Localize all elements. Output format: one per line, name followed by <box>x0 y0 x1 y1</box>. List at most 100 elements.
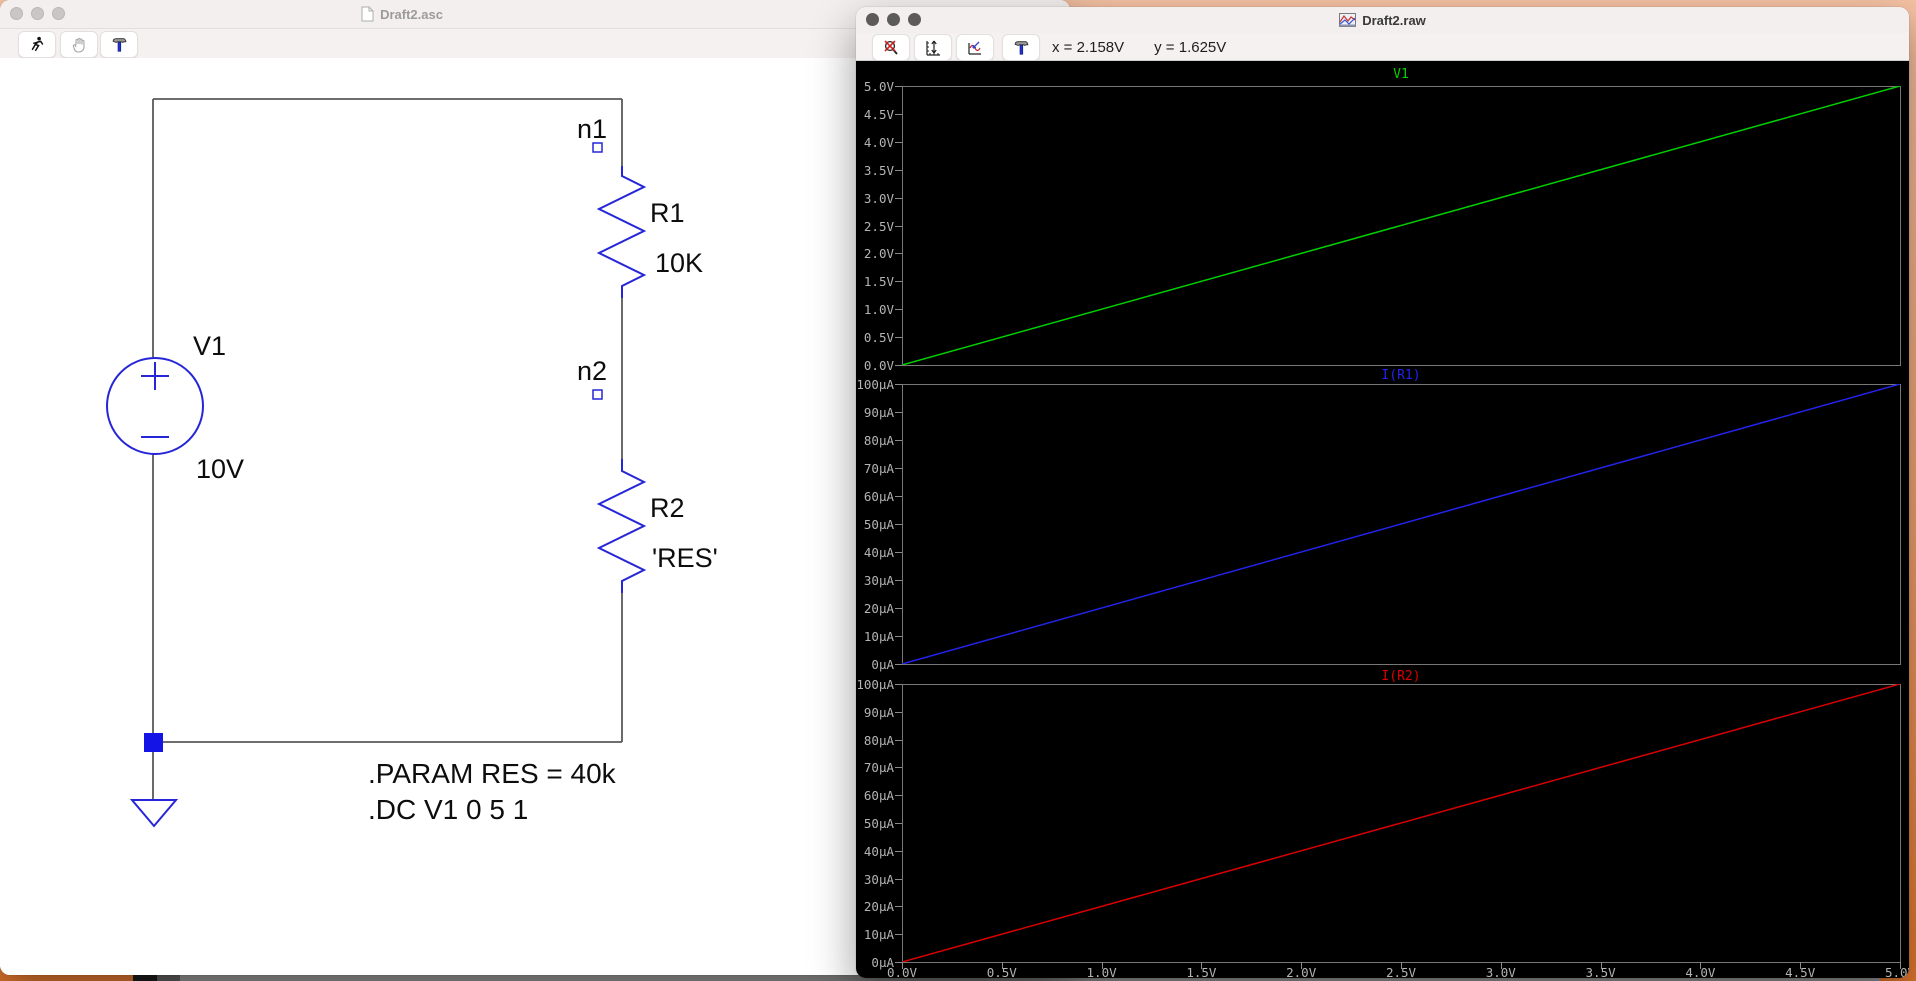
hammer-icon <box>1014 41 1028 55</box>
ytick-label: 70µA <box>863 461 894 476</box>
ytick-label: 2.0V <box>863 246 894 262</box>
hand-icon <box>72 37 85 53</box>
trace-V1[interactable] <box>902 86 1900 365</box>
ytick-label: 90µA <box>863 405 894 420</box>
circuit-drawing <box>106 98 647 828</box>
r1-name-label[interactable]: R1 <box>650 198 685 229</box>
node-n1-label[interactable]: n1 <box>577 114 607 145</box>
ytick-mark <box>895 580 902 581</box>
ytick-label: 30µA <box>863 871 894 887</box>
zoom-disabled-icon <box>884 39 898 55</box>
ytick-mark <box>895 608 902 609</box>
ytick-label: 0.0V <box>863 358 894 373</box>
waveform-window: Draft2.raw x = 2.158V y = 1.625V V1 5.0V… <box>856 7 1909 978</box>
ytick-label: 20µA <box>863 601 894 616</box>
v1-value-label[interactable]: 10V <box>196 454 244 485</box>
node-n2-label[interactable]: n2 <box>577 356 607 387</box>
ground-symbol[interactable] <box>129 799 179 828</box>
ytick-label: 1.5V <box>863 274 894 290</box>
ytick-label: 50µA <box>863 517 894 532</box>
ytick-label: 5.0V <box>863 79 894 94</box>
ytick-label: 60µA <box>863 788 894 804</box>
ytick-label: 30µA <box>863 573 894 588</box>
document-icon <box>361 6 374 22</box>
waveform-window-title-wrap: Draft2.raw <box>856 7 1909 33</box>
ytick-mark <box>895 113 902 115</box>
control-panel-button[interactable] <box>1002 34 1040 61</box>
wires <box>152 98 623 800</box>
xtick-label: 3.0V <box>1485 965 1516 978</box>
ytick-mark <box>895 253 902 255</box>
ytick-mark <box>895 412 902 413</box>
ytick-mark <box>895 906 902 908</box>
param-directive[interactable]: .PARAM RES = 40k <box>368 758 616 790</box>
waveform-doc-icon <box>1339 13 1357 27</box>
xtick-label: 3.5V <box>1585 965 1616 978</box>
v1-name-label[interactable]: V1 <box>193 331 226 362</box>
ytick-label: 4.0V <box>863 134 894 150</box>
ytick-mark <box>895 962 902 963</box>
waveform-titlebar[interactable]: Draft2.raw <box>856 7 1909 33</box>
ytick-label: 0µA <box>871 657 894 672</box>
trace-label-V1[interactable]: V1 <box>902 68 1900 81</box>
ytick-label: 80µA <box>863 433 894 448</box>
ytick-label: 80µA <box>863 732 894 748</box>
ytick-mark <box>895 524 902 525</box>
ytick-mark <box>895 141 902 143</box>
trace-label-I(R2)[interactable]: I(R2) <box>902 670 1900 683</box>
ytick-mark <box>895 468 902 469</box>
resistor-r2-symbol[interactable] <box>596 459 647 593</box>
ytick-mark <box>895 664 902 665</box>
run-button[interactable] <box>18 31 56 58</box>
wire-junction <box>144 733 163 752</box>
desktop-strip-darkgray <box>157 975 180 981</box>
ytick-mark <box>895 169 902 171</box>
trace-I(R2)[interactable] <box>902 684 1900 962</box>
ytick-label: 100µA <box>856 377 894 392</box>
trace-I(R1)[interactable] <box>902 384 1900 664</box>
ytick-mark <box>895 636 902 637</box>
r1-value-label[interactable]: 10K <box>655 248 703 279</box>
ytick-mark <box>895 878 902 880</box>
ytick-mark <box>895 823 902 824</box>
desktop: Draft2.asc V1 10V n1 R1 10K n2 R2 'RES' … <box>0 0 1916 981</box>
ytick-label: 100µA <box>856 677 894 692</box>
ytick-mark <box>895 711 902 713</box>
ytick-mark <box>895 767 902 769</box>
resistor-r1-symbol[interactable] <box>596 166 647 298</box>
ytick-label: 0.5V <box>863 330 894 346</box>
autorange-button[interactable] <box>914 34 952 61</box>
ytick-label: 90µA <box>863 704 894 720</box>
ytick-mark <box>895 225 902 227</box>
ytick-mark <box>895 365 902 366</box>
voltage-source-symbol[interactable] <box>106 357 204 455</box>
plot-settings-button[interactable] <box>956 34 994 61</box>
pan-button[interactable] <box>60 31 98 58</box>
plot-area[interactable]: V1 5.0V 4.5V 4.0V 3.5V 3.0V 2.5V 2.0V 1.5V 1.0V 0.… <box>856 60 1909 978</box>
r2-value-label[interactable]: 'RES' <box>652 543 718 574</box>
dc-directive[interactable]: .DC V1 0 5 1 <box>368 794 528 826</box>
ytick-label: 2.5V <box>863 218 894 234</box>
plot-settings-icon <box>968 41 981 55</box>
r2-name-label[interactable]: R2 <box>650 493 685 524</box>
ytick-mark <box>895 197 902 199</box>
ytick-mark <box>895 739 902 741</box>
ytick-label: 10µA <box>863 927 894 943</box>
xtick-label: 1.5V <box>1186 965 1217 978</box>
ytick-mark <box>895 795 902 797</box>
desktop-strip-black <box>133 975 157 981</box>
ytick-label: 1.0V <box>863 302 894 318</box>
run-icon <box>31 36 43 52</box>
tools-button[interactable] <box>100 31 138 58</box>
cursor-readout: x = 2.158V y = 1.625V <box>1052 39 1226 56</box>
node-n2-marker[interactable] <box>592 389 603 400</box>
zoom-disabled-button[interactable] <box>872 34 910 61</box>
autorange-icon <box>926 40 940 56</box>
ytick-label: 4.5V <box>863 106 894 122</box>
xtick-label: 1.0V <box>1086 965 1117 978</box>
cursor-x-value: x = 2.158V <box>1052 39 1125 56</box>
ytick-label: 40µA <box>863 545 894 560</box>
xtick-label: 5.0V <box>1884 965 1909 978</box>
ytick-mark <box>895 496 902 497</box>
trace-label-I(R1)[interactable]: I(R1) <box>902 369 1900 382</box>
